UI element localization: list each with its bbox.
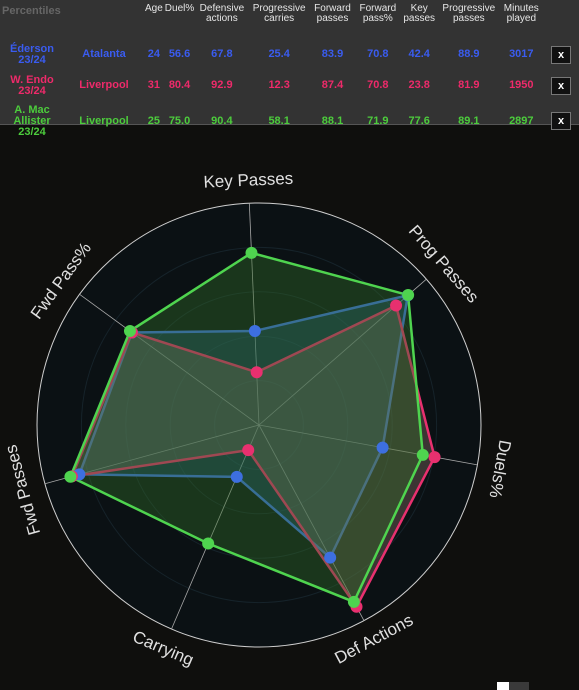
season: 23/24	[18, 84, 46, 97]
data-point	[390, 299, 403, 312]
stat-cell: 88.9	[458, 48, 480, 60]
data-point	[376, 441, 389, 454]
table-row: W. Endo 23/24 Liverpool 31 80.4 92.9 12.3 87.4 7…	[0, 70, 579, 101]
data-point	[428, 451, 441, 464]
toggle-switch[interactable]	[497, 682, 529, 690]
radar-chart: Key PassesProg PassesDuels%Def ActionsCa…	[1, 169, 514, 670]
comparison-table: Percentiles Age Duel% Defensive actions Prog…	[0, 0, 579, 137]
team-cell: Liverpool	[79, 79, 129, 91]
stat-cell: 70.8	[367, 48, 389, 60]
stat-cell: 80.4	[168, 79, 191, 91]
column-header: Progressive passes	[442, 3, 496, 24]
toggle-knob	[497, 682, 509, 690]
data-point	[250, 366, 263, 379]
stat-cell: 31	[147, 79, 161, 91]
column-header: Duel%	[164, 3, 195, 14]
player-name: A. Mac Allister	[13, 103, 51, 127]
remove-player-button[interactable]: x	[551, 76, 571, 95]
stat-cell: 70.8	[367, 79, 389, 91]
stat-cell: 67.8	[211, 48, 233, 60]
stat-cell: 3017	[509, 48, 534, 60]
column-header: Age	[145, 3, 163, 14]
column-header: Progressive carries	[252, 3, 306, 24]
data-point	[242, 444, 255, 457]
data-point	[416, 448, 429, 461]
column-header: Percentiles	[2, 5, 61, 17]
stat-cell: 87.4	[321, 79, 344, 91]
data-point	[64, 470, 77, 483]
table-row: Éderson 23/24 Atalanta 24 56.6 67.8 25.4 83.9 70…	[0, 39, 579, 70]
stat-cell: 23.8	[408, 79, 430, 91]
player-cell: Éderson 23/24	[0, 39, 64, 70]
axis-label: Fwd Passes	[1, 443, 44, 537]
column-header: Key passes	[403, 3, 436, 24]
stat-cell: 24	[147, 48, 161, 60]
column-header: Forward passes	[314, 3, 351, 24]
data-point	[324, 551, 337, 564]
column-header: Defensive actions	[199, 3, 245, 24]
column-header: Minutes played	[503, 3, 539, 24]
data-point	[202, 537, 215, 550]
axis-label: Duels%	[485, 439, 514, 500]
axis-label: Key Passes	[203, 169, 294, 192]
stat-cell: 83.9	[321, 48, 344, 60]
data-point	[245, 246, 258, 259]
stat-cell: 56.6	[168, 48, 191, 60]
stat-cell: 1950	[509, 79, 534, 91]
data-point	[248, 324, 261, 337]
data-point	[123, 325, 136, 338]
season: 23/24	[18, 53, 46, 66]
stat-cell: 12.3	[268, 79, 290, 91]
player-cell: W. Endo 23/24	[0, 70, 64, 101]
stat-cell: 81.9	[458, 79, 480, 91]
stat-cell: 25.4	[268, 48, 290, 60]
data-point	[402, 289, 415, 302]
stat-cell: 42.4	[408, 48, 430, 60]
data-point	[347, 595, 360, 608]
stat-cell: 92.9	[211, 79, 233, 91]
column-header	[64, 0, 144, 39]
data-point	[230, 470, 243, 483]
remove-player-button[interactable]: x	[551, 45, 571, 64]
team-cell: Atalanta	[82, 48, 126, 60]
column-header: Forward pass%	[359, 3, 397, 24]
